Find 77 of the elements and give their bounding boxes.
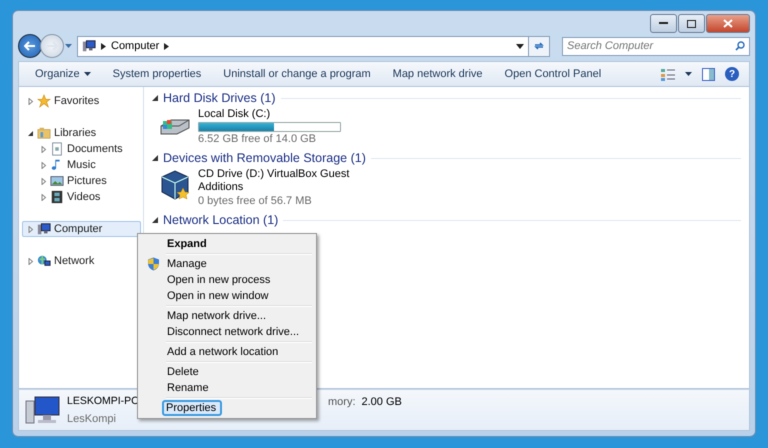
refresh-icon — [533, 41, 545, 51]
collapse-arrow-icon[interactable] — [152, 155, 158, 161]
group-heading[interactable]: Network Location (1) — [163, 213, 278, 227]
toolbar-button[interactable]: Uninstall or change a program — [213, 65, 381, 83]
memory-label: mory: — [328, 396, 356, 408]
document-icon — [50, 142, 64, 156]
caret-icon — [84, 72, 91, 76]
folder-icon — [37, 126, 51, 140]
group-heading[interactable]: Hard Disk Drives (1) — [163, 91, 276, 105]
menu-item[interactable]: Disconnect network drive... — [140, 324, 314, 340]
expand-arrow-icon[interactable] — [40, 162, 47, 168]
network-icon — [37, 254, 51, 268]
close-icon — [723, 19, 733, 28]
drive-name[interactable]: Local Disk (C:) — [198, 108, 358, 121]
search-icon[interactable] — [735, 40, 745, 50]
search-field[interactable]: Search Computer — [562, 36, 750, 56]
sidebar-item[interactable]: Pictures — [35, 173, 141, 189]
right-arrow-icon — [46, 41, 58, 51]
collapse-arrow-icon[interactable] — [152, 95, 158, 101]
caret-icon[interactable] — [685, 72, 692, 76]
group-heading[interactable]: Devices with Removable Storage (1) — [163, 151, 366, 165]
shield-icon — [146, 257, 160, 271]
menu-item[interactable]: Add a network location — [140, 344, 314, 360]
expand-arrow-icon[interactable] — [40, 178, 47, 184]
sidebar-item[interactable]: Documents — [35, 141, 141, 157]
film-icon — [50, 190, 64, 204]
picture-icon — [50, 174, 64, 188]
expand-arrow-icon[interactable] — [27, 98, 34, 104]
computer-icon — [82, 39, 96, 53]
menu-item[interactable]: Map network drive... — [140, 308, 314, 324]
menu-item[interactable]: Rename — [140, 380, 314, 396]
sidebar-item[interactable]: Music — [35, 157, 141, 173]
back-button[interactable] — [18, 34, 42, 58]
computer-icon — [37, 222, 51, 236]
collapse-arrow-icon[interactable] — [152, 217, 158, 223]
address-bar[interactable]: Computer — [77, 36, 529, 56]
minimize-icon — [659, 22, 668, 25]
free-space-text: 6.52 GB free of 14.0 GB — [198, 133, 318, 146]
breadcrumb[interactable]: Computer — [111, 40, 160, 52]
expand-arrow-icon[interactable] — [27, 226, 34, 232]
menu-item[interactable]: Open in new window — [140, 288, 314, 304]
sidebar-item[interactable]: Libraries — [22, 125, 141, 141]
preview-pane-icon[interactable] — [702, 68, 715, 80]
dropdown-caret-icon[interactable] — [516, 44, 524, 48]
chevron-icon[interactable] — [101, 42, 106, 50]
menu-item[interactable]: Expand — [140, 236, 314, 252]
menu-item[interactable]: Open in new process — [140, 272, 314, 288]
sidebar-item[interactable]: Computer — [22, 221, 141, 237]
toolbar-button[interactable]: System properties — [102, 65, 212, 83]
expand-arrow-icon[interactable] — [40, 146, 47, 152]
menu-item[interactable]: Manage — [140, 256, 314, 272]
left-arrow-icon — [24, 41, 36, 51]
sidebar-item[interactable]: Favorites — [22, 93, 141, 109]
minimize-button[interactable] — [650, 14, 677, 33]
star-icon — [37, 94, 51, 108]
view-options-icon[interactable] — [661, 68, 675, 80]
drive-name[interactable]: CD Drive (D:) VirtualBox Guest Additions — [198, 168, 358, 194]
chevron-icon[interactable] — [164, 42, 170, 50]
free-space-text: 0 bytes free of 56.7 MB — [198, 195, 313, 208]
maximize-icon — [687, 20, 696, 28]
expand-arrow-icon[interactable] — [40, 194, 47, 200]
collapse-arrow-icon[interactable] — [27, 130, 34, 136]
sidebar-item[interactable]: Videos — [35, 189, 141, 205]
toolbar-button[interactable]: Organize — [25, 65, 101, 83]
expand-arrow-icon[interactable] — [27, 258, 34, 264]
maximize-button[interactable] — [678, 14, 705, 33]
workgroup-name: LesKompi — [67, 413, 116, 425]
help-button[interactable]: ? — [725, 67, 739, 81]
toolbar-button[interactable]: Map network drive — [382, 65, 493, 83]
computer-icon — [25, 395, 61, 425]
menu-item[interactable]: Properties — [162, 400, 222, 416]
toolbar-button[interactable]: Open Control Panel — [494, 65, 612, 83]
refresh-button[interactable] — [528, 36, 550, 56]
memory-value: 2.00 GB — [362, 396, 402, 408]
menu-item[interactable]: Delete — [140, 364, 314, 380]
close-button[interactable] — [706, 14, 750, 33]
computer-name: LESKOMPI-PC — [67, 395, 139, 407]
